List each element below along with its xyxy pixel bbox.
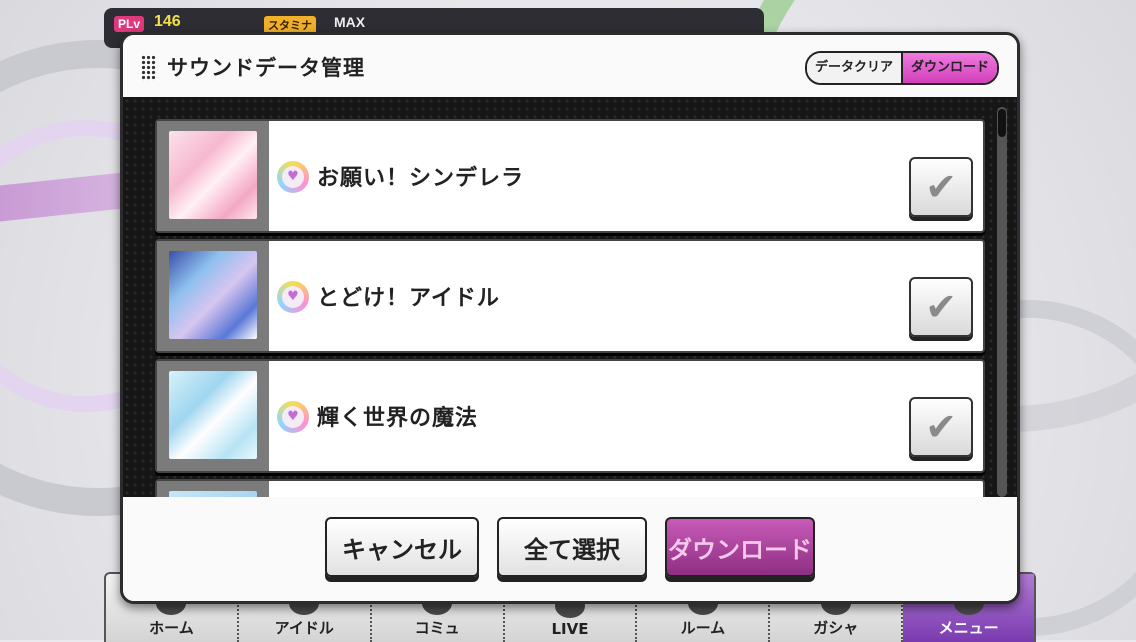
list-item[interactable]: ♥ 輝く世界の魔法 ✔ [155, 359, 985, 473]
plv-badge: PLv [114, 16, 145, 32]
jacket-image [169, 371, 257, 459]
dialog-title: サウンドデータ管理 [167, 56, 365, 80]
dialog-footer: キャンセル 全て選択 ダウンロード [123, 497, 1017, 601]
song-title: 輝く世界の魔法 [317, 406, 479, 431]
song-title: お願い！シンデレラ [317, 166, 525, 191]
jacket-image [169, 251, 257, 339]
song-title: とどけ！アイドル [317, 286, 500, 311]
grip-icon [141, 55, 157, 81]
jacket-frame [157, 481, 269, 497]
jacket-image [169, 131, 257, 219]
sound-data-dialog: サウンドデータ管理 データクリア ダウンロード ♥ お願い！シンデレラ ✔ ♥ … [120, 32, 1020, 604]
list-item[interactable]: ♥ お願い！シンデレラ ✔ [155, 119, 985, 233]
scrollbar-thumb[interactable] [998, 109, 1006, 137]
nav-label: ホーム [149, 619, 194, 637]
jacket-frame [157, 121, 269, 231]
download-tab[interactable]: ダウンロード [902, 53, 997, 83]
song-list[interactable]: ♥ お願い！シンデレラ ✔ ♥ とどけ！アイドル ✔ ♥ 輝く世界の魔法 ✔ [123, 97, 1017, 497]
checkmark-icon: ✔ [925, 165, 957, 209]
list-item[interactable] [155, 479, 985, 497]
cancel-button[interactable]: キャンセル [325, 517, 479, 577]
select-all-button[interactable]: 全て選択 [497, 517, 647, 577]
heart-type-icon: ♥ [277, 161, 309, 193]
data-clear-tab[interactable]: データクリア [806, 53, 903, 83]
song-checkbox[interactable]: ✔ [909, 277, 973, 337]
stamina-value: MAX [334, 14, 366, 30]
checkmark-icon: ✔ [925, 405, 957, 449]
nav-label: ルーム [680, 619, 726, 637]
download-button[interactable]: ダウンロード [665, 517, 815, 577]
dialog-header: サウンドデータ管理 データクリア ダウンロード [123, 35, 1017, 97]
mode-toggle: データクリア ダウンロード [804, 51, 999, 85]
nav-label: ガシャ [813, 619, 859, 637]
scrollbar[interactable] [997, 107, 1007, 497]
song-checkbox[interactable]: ✔ [909, 157, 973, 217]
plv-value: 146 [154, 13, 181, 30]
jacket-frame [157, 361, 269, 471]
heart-type-icon: ♥ [277, 281, 309, 313]
nav-label: コミュ [414, 619, 460, 637]
nav-label: LIVE [551, 620, 589, 638]
nav-label: メニュー [938, 619, 999, 637]
song-checkbox[interactable]: ✔ [909, 397, 973, 457]
list-item[interactable]: ♥ とどけ！アイドル ✔ [155, 239, 985, 353]
checkmark-icon: ✔ [925, 285, 957, 329]
nav-label: アイドル [274, 619, 334, 637]
jacket-frame [157, 241, 269, 351]
heart-type-icon: ♥ [277, 401, 309, 433]
